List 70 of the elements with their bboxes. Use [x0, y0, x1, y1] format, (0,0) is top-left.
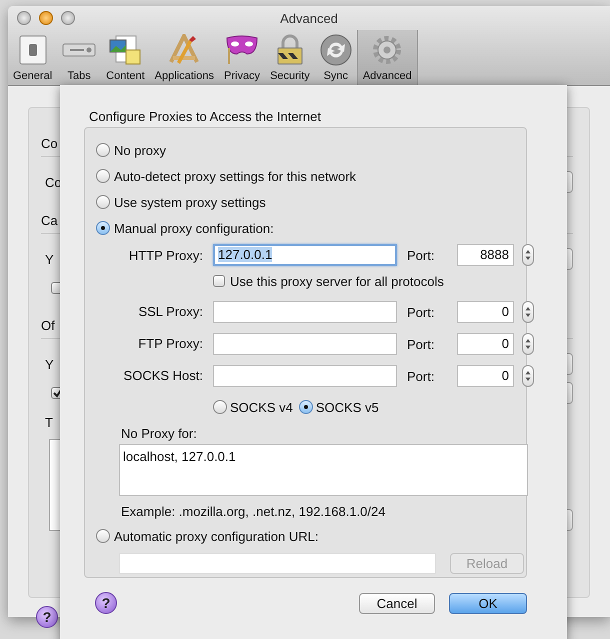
section-heading: Of: [41, 318, 55, 332]
radio-label[interactable]: Automatic proxy configuration URL:: [114, 528, 318, 544]
label: Y: [45, 252, 54, 266]
toolbar-tab[interactable]: Sync: [314, 30, 357, 85]
radio-button[interactable]: [96, 143, 110, 157]
stepper[interactable]: [522, 244, 534, 266]
radio-button[interactable]: [96, 195, 110, 209]
radio-button[interactable]: [96, 169, 110, 183]
documents-icon: [108, 34, 142, 66]
toolbar-tab[interactable]: Security: [265, 30, 315, 85]
stepper[interactable]: [522, 301, 534, 323]
help-button[interactable]: ?: [95, 592, 117, 614]
url-field[interactable]: [119, 553, 436, 574]
input-field[interactable]: [213, 301, 397, 323]
input-field[interactable]: 127.0.0.1: [213, 244, 397, 266]
field-label: Port:: [407, 336, 436, 352]
field-label: Port:: [407, 368, 436, 384]
dialog-button[interactable]: Cancel: [359, 592, 435, 614]
input-field[interactable]: [213, 333, 397, 355]
toolbar-tab[interactable]: Applications: [150, 30, 219, 85]
radio-label[interactable]: No proxy: [114, 142, 166, 158]
field-label: SOCKS Host:: [122, 367, 203, 385]
radio-label[interactable]: Manual proxy configuration:: [114, 220, 274, 236]
toolbar-tab[interactable]: Tabs: [57, 30, 102, 85]
label: T: [45, 414, 53, 430]
field-label: Port:: [407, 248, 436, 262]
close-button[interactable]: [17, 11, 31, 25]
zoom-button[interactable]: [61, 11, 75, 25]
field-label: Port:: [407, 304, 436, 320]
toolbar-tab[interactable]: Advanced: [356, 30, 418, 85]
radio-label[interactable]: Use system proxy settings: [114, 194, 266, 210]
switch-icon: [18, 35, 47, 65]
port-field[interactable]: 0: [457, 301, 514, 323]
input-field[interactable]: [213, 365, 397, 387]
checkbox[interactable]: [213, 275, 225, 287]
text-area[interactable]: localhost, 127.0.0.1: [119, 444, 528, 496]
label: Y: [45, 356, 54, 372]
radio-button[interactable]: [96, 221, 110, 235]
toolbar-tab[interactable]: General: [8, 30, 58, 85]
window-title: Advanced: [280, 11, 338, 26]
port-field[interactable]: 0: [457, 365, 514, 387]
radio-label[interactable]: SOCKS v5: [316, 400, 379, 414]
section-heading: Ca: [41, 212, 58, 228]
stepper[interactable]: [522, 333, 534, 355]
radio-label[interactable]: Auto-detect proxy settings for this network: [114, 168, 356, 184]
radio-button[interactable]: [298, 400, 313, 414]
gear-icon: [371, 34, 404, 66]
radio-label[interactable]: SOCKS v4: [230, 400, 293, 414]
padlock-icon: [274, 34, 305, 66]
field-label: HTTP Proxy:: [128, 248, 203, 262]
radio-button[interactable]: [213, 400, 227, 414]
help-button[interactable]: ?: [36, 606, 58, 628]
sync-icon: [320, 34, 352, 66]
radio-button[interactable]: [96, 529, 110, 543]
pencil-ruler-icon: [167, 34, 202, 66]
dialog-title: Configure Proxies to Access the Internet: [89, 109, 321, 124]
hint-text: Example: .mozilla.org, .net.nz, 192.168.1.0/24: [121, 504, 386, 519]
dialog-button[interactable]: OK: [449, 592, 527, 614]
toolbar-tab[interactable]: Privacy: [219, 30, 266, 85]
section-heading: Co: [41, 136, 58, 150]
minimize-button[interactable]: [39, 11, 53, 25]
port-field[interactable]: 8888: [457, 244, 514, 266]
field-label: FTP Proxy:: [137, 335, 203, 353]
mask-icon: [225, 34, 260, 66]
stepper[interactable]: [522, 365, 534, 387]
toolbar-tab[interactable]: Content: [101, 30, 150, 85]
port-field[interactable]: 0: [457, 333, 514, 355]
checkbox-label[interactable]: Use this proxy server for all protocols: [230, 274, 444, 288]
field-label: No Proxy for:: [121, 426, 197, 440]
field-label: SSL Proxy:: [137, 303, 203, 321]
